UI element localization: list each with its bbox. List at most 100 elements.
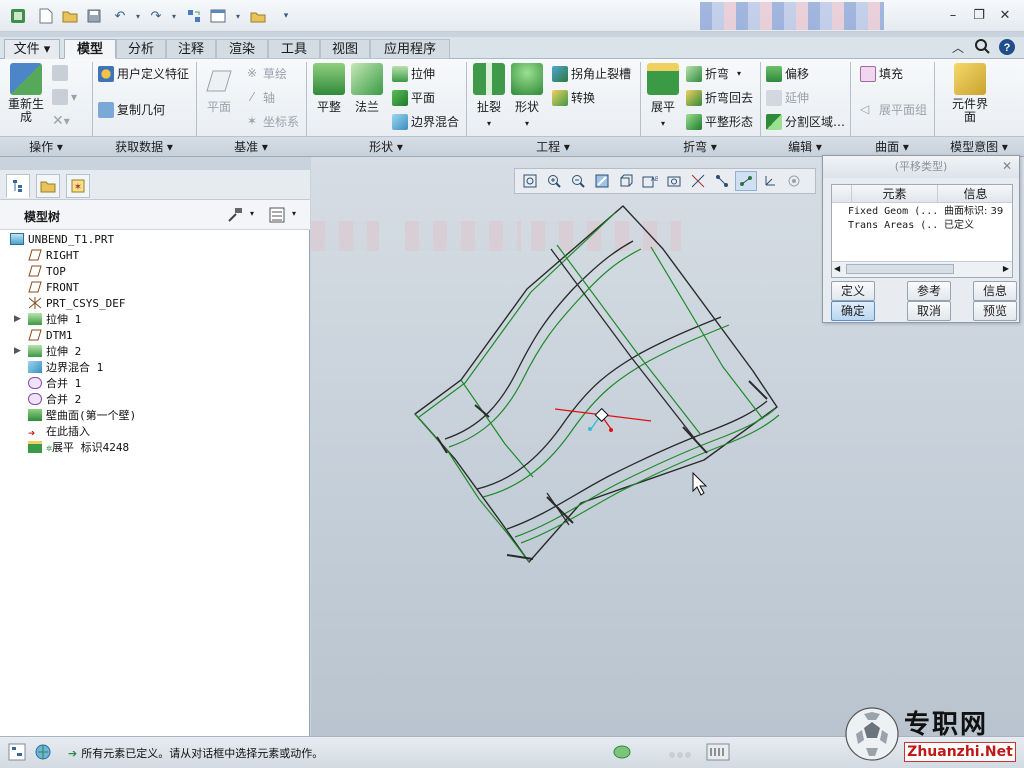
bend-button[interactable]: 折弯 ▾ xyxy=(686,65,741,82)
tree-item-unbend[interactable]: ✲展平 标识4248 xyxy=(28,440,129,456)
flatten-form-button[interactable]: 平整形态 xyxy=(686,113,753,130)
row-fixed-geom-element[interactable]: Fixed Geom (... xyxy=(848,205,940,219)
selection-filter-icon[interactable] xyxy=(612,744,632,763)
undo-icon[interactable]: ↶ xyxy=(110,6,130,26)
zoom-out-icon[interactable] xyxy=(567,171,589,191)
offset-button[interactable]: 偏移 xyxy=(766,65,809,82)
minimize-icon[interactable]: – xyxy=(942,6,964,26)
zoom-in-icon[interactable] xyxy=(543,171,565,191)
tree-settings-dropdown-icon[interactable]: ▾ xyxy=(250,209,254,218)
perspective-icon[interactable] xyxy=(687,171,709,191)
scroll-right-icon[interactable]: ▶ xyxy=(1003,264,1009,273)
csys-display-icon[interactable] xyxy=(759,171,781,191)
tree-item-merge-2[interactable]: 合并 2 xyxy=(28,392,81,408)
tree-item-insert-here[interactable]: ➔ 在此插入 xyxy=(28,424,90,440)
tree-item-wall-surface[interactable]: 壁曲面(第一个壁) xyxy=(28,408,136,424)
browser-toggle-icon[interactable] xyxy=(34,743,52,764)
flat-button[interactable]: 平整 xyxy=(312,63,346,115)
saved-views-icon[interactable]: AB xyxy=(639,171,661,191)
rip-button[interactable]: 扯裂 ▾ xyxy=(472,63,506,129)
group-shapes[interactable]: 形状 ▾ xyxy=(306,139,466,155)
udf-button[interactable]: 用户定义特征 xyxy=(98,65,189,82)
regenerate-small-icon[interactable] xyxy=(184,6,204,26)
tree-item-front[interactable]: FRONT xyxy=(28,280,79,296)
delete-icon[interactable]: ✕ ▾ xyxy=(52,113,70,129)
tree-item-right[interactable]: RIGHT xyxy=(28,248,79,264)
fill-button[interactable]: 填充 xyxy=(860,65,903,82)
tree-item-part[interactable]: UNBEND_T1.PRT xyxy=(10,232,114,248)
tab-applications[interactable]: 应用程序 xyxy=(370,39,450,59)
ribbon-collapse-icon[interactable]: ︿ xyxy=(952,39,964,56)
group-engineering[interactable]: 工程 ▾ xyxy=(466,139,640,155)
component-interface-button[interactable]: 元件界面 xyxy=(950,63,990,124)
copy-geometry-button[interactable]: 复制几何 xyxy=(98,101,165,118)
annotation-display-icon[interactable] xyxy=(783,171,805,191)
save-icon[interactable] xyxy=(84,6,104,26)
tab-model[interactable]: 模型 xyxy=(64,39,116,59)
group-surfaces[interactable]: 曲面 ▾ xyxy=(850,139,934,155)
ok-button[interactable]: 确定 xyxy=(831,301,875,321)
table-horizontal-scrollbar[interactable]: ◀ ▶ xyxy=(832,261,1012,277)
redo-dropdown-icon[interactable]: ▾ xyxy=(164,6,184,26)
model-tree-tab-icon[interactable] xyxy=(6,174,30,198)
row-fixed-geom-info[interactable]: 曲面标识: 39 xyxy=(944,205,1012,219)
tab-render[interactable]: 渲染 xyxy=(216,39,268,59)
refit-icon[interactable] xyxy=(519,171,541,191)
favorites-tab-icon[interactable]: ✶ xyxy=(66,174,90,198)
scroll-thumb[interactable] xyxy=(846,264,954,274)
extrude-button[interactable]: 拉伸 xyxy=(392,65,435,82)
windows-icon[interactable] xyxy=(208,6,228,26)
show-columns-icon[interactable] xyxy=(268,206,286,227)
close-icon[interactable]: ✕ xyxy=(994,6,1016,26)
redo-icon[interactable]: ↷ xyxy=(146,6,166,26)
search-icon[interactable] xyxy=(974,38,990,57)
tree-item-csys[interactable]: PRT_CSYS_DEF xyxy=(28,296,125,312)
axis-button[interactable]: ⁄ 轴 xyxy=(244,89,275,106)
group-datum[interactable]: 基准 ▾ xyxy=(196,139,306,155)
preview-button[interactable]: 预览 xyxy=(973,301,1017,321)
convert-button[interactable]: 转换 xyxy=(552,89,595,106)
tree-settings-icon[interactable] xyxy=(226,206,244,227)
tab-tools[interactable]: 工具 xyxy=(268,39,320,59)
bend-back-button[interactable]: 折弯回去 xyxy=(686,89,753,106)
planar-button[interactable]: 平面 xyxy=(392,89,435,106)
boundary-blend-button[interactable]: 边界混合 xyxy=(392,113,459,130)
tab-analysis[interactable]: 分析 xyxy=(116,39,166,59)
group-get-data[interactable]: 获取数据 ▾ xyxy=(92,139,196,155)
close-window-folder-icon[interactable] xyxy=(248,6,268,26)
display-style-icon[interactable] xyxy=(615,171,637,191)
windows-dropdown-icon[interactable]: ▾ xyxy=(228,6,248,26)
open-folder-icon[interactable] xyxy=(60,6,80,26)
group-operations[interactable]: 操作 ▾ xyxy=(0,139,92,155)
group-editing[interactable]: 编辑 ▾ xyxy=(760,139,850,155)
group-model-intent[interactable]: 模型意图 ▾ xyxy=(934,139,1024,155)
tree-item-merge-1[interactable]: 合并 1 xyxy=(28,376,81,392)
new-file-icon[interactable] xyxy=(36,6,56,26)
unbend-button[interactable]: 展平 ▾ xyxy=(646,63,680,129)
regenerate-button[interactable]: 重新生成 xyxy=(6,63,46,124)
tab-annotate[interactable]: 注释 xyxy=(166,39,216,59)
customize-qat-icon[interactable]: ▾ xyxy=(276,6,296,26)
expand-extrude-1-icon[interactable]: ▶ xyxy=(14,314,21,324)
help-icon[interactable]: ? xyxy=(998,38,1016,59)
dialog-close-icon[interactable]: ✕ xyxy=(999,157,1015,175)
csys-button[interactable]: ✶ 坐标系 xyxy=(244,113,299,130)
row-trans-areas-element[interactable]: Trans Areas (... xyxy=(848,219,940,233)
expand-extrude-2-icon[interactable]: ▶ xyxy=(14,346,21,356)
undo-dropdown-icon[interactable]: ▾ xyxy=(128,6,148,26)
scroll-left-icon[interactable]: ◀ xyxy=(834,264,840,273)
corner-relief-button[interactable]: 拐角止裂槽 xyxy=(552,65,631,82)
sketch-button[interactable]: ※ 草绘 xyxy=(244,65,287,82)
status-tool-icon[interactable] xyxy=(706,742,730,765)
tree-item-dtm1[interactable]: DTM1 xyxy=(28,328,73,344)
tree-item-extrude-2[interactable]: 拉伸 2 xyxy=(28,344,81,360)
tree-item-boundary-blend-1[interactable]: 边界混合 1 xyxy=(28,360,103,376)
group-bends[interactable]: 折弯 ▾ xyxy=(640,139,760,155)
tree-item-extrude-1[interactable]: 拉伸 1 xyxy=(28,312,81,328)
folder-browser-tab-icon[interactable] xyxy=(36,174,60,198)
tab-view[interactable]: 视图 xyxy=(320,39,370,59)
references-button[interactable]: 参考 xyxy=(907,281,951,301)
paste-icon[interactable]: ▾ xyxy=(52,89,77,105)
repaint-icon[interactable] xyxy=(591,171,613,191)
define-button[interactable]: 定义 xyxy=(831,281,875,301)
